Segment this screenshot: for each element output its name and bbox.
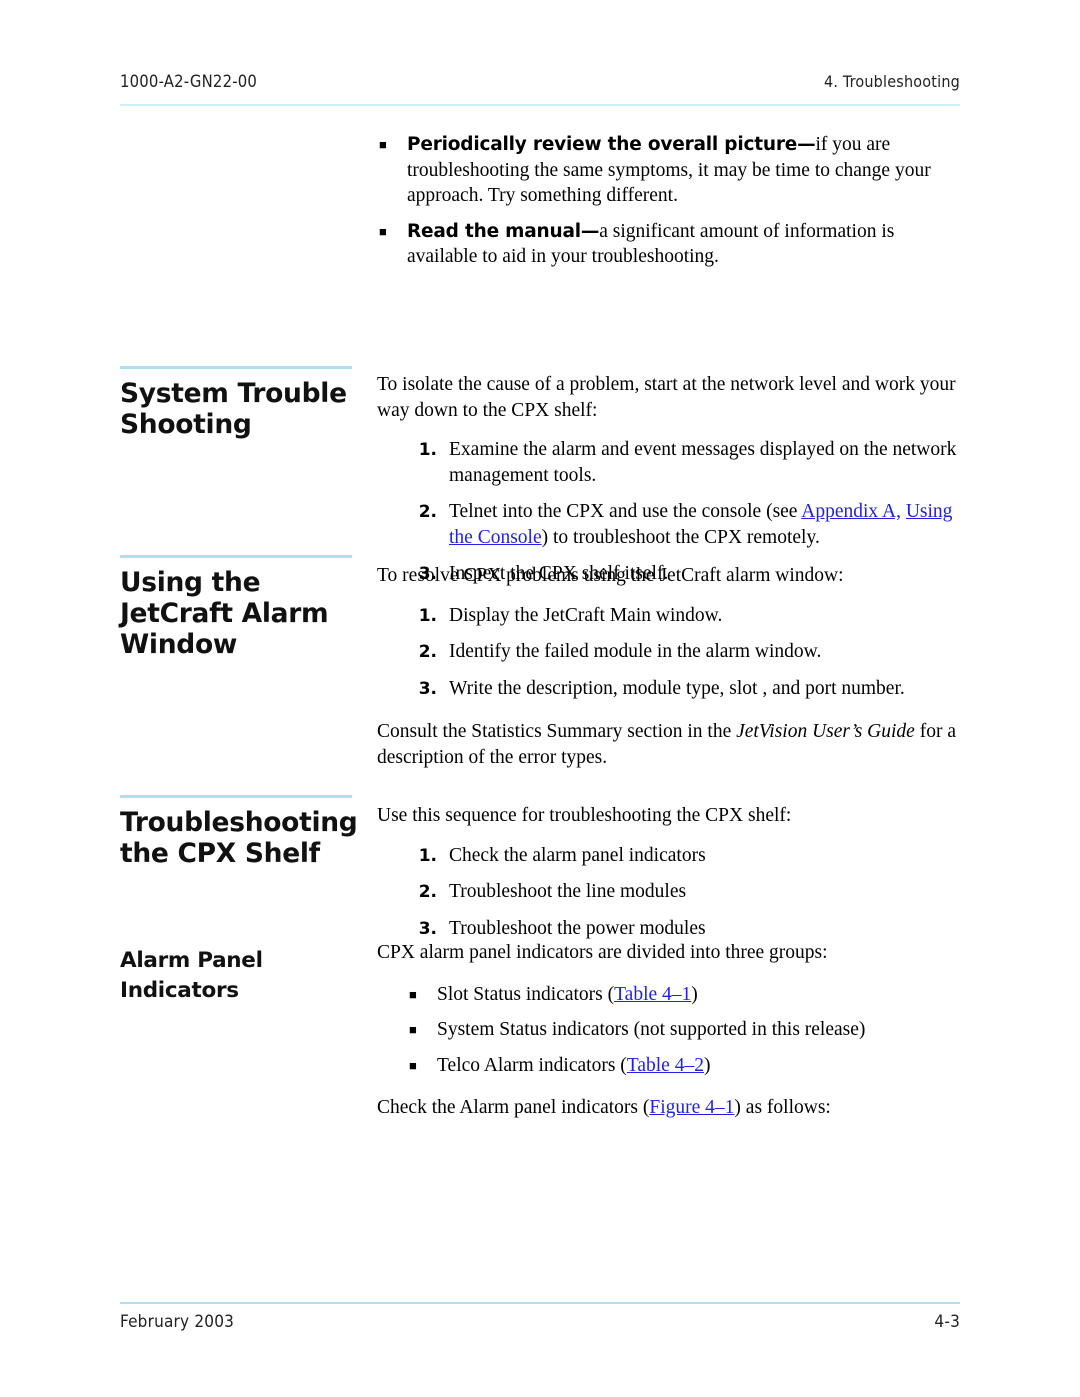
page-number: 4-3 xyxy=(934,1312,960,1332)
section-intro-paragraph: To isolate the cause of a problem, start… xyxy=(377,374,956,421)
section-system-trouble-shooting: System Trouble Shooting To isolate the c… xyxy=(0,302,1080,584)
section-closing-paragraph: Check the Alarm panel indicators (Figure… xyxy=(377,1095,962,1121)
list-item: 1. Check the alarm panel indicators xyxy=(377,843,962,869)
section-heading-using-jetcraft-alarm-window: Using the JetCraft Alarm Window xyxy=(120,555,356,660)
section-body-troubleshooting-cpx-shelf: Use this sequence for troubleshooting th… xyxy=(377,803,962,941)
step-text: Check the alarm panel indicators xyxy=(449,844,706,866)
section-intro-paragraph: To resolve CPX problems using the JetCra… xyxy=(377,565,844,586)
heading-rule xyxy=(120,795,352,798)
bullet-lead-in: Periodically review the overall picture xyxy=(407,134,798,155)
list-item: 2. Telnet into the CPX and use the conso… xyxy=(377,499,962,550)
square-bullet-icon: ■ xyxy=(379,223,387,239)
heading-line: Indicators xyxy=(120,978,239,1003)
bullet-text-post: ) xyxy=(691,983,698,1005)
section-troubleshooting-cpx-shelf: Troubleshooting the CPX Shelf Use this s… xyxy=(0,795,1080,940)
heading-line: the CPX Shelf xyxy=(120,837,320,869)
xref-table-4-1[interactable]: Table 4–1 xyxy=(614,984,691,1005)
bullet-text-post: ) xyxy=(703,1054,711,1076)
heading-line: Using the xyxy=(120,566,261,598)
footer-rule xyxy=(120,1302,960,1304)
running-foot: February 2003 4-3 xyxy=(120,1312,960,1332)
step-text-post: ) to troubleshoot the CPX remotely. xyxy=(541,526,820,548)
step-number: 2. xyxy=(418,502,437,522)
heading-line: Alarm Panel xyxy=(120,948,263,973)
square-bullet-icon: ■ xyxy=(409,1022,417,1037)
list-item: ■ Periodically review the overall pictur… xyxy=(377,132,962,209)
bullet-lead-in: Read the manual xyxy=(407,220,581,242)
square-bullet-icon: ■ xyxy=(409,986,417,1002)
list-item: 3. Write the description, module type, s… xyxy=(377,676,962,702)
numbered-step-list: 1. Display the JetCraft Main window. 2. … xyxy=(377,603,962,702)
step-number: 1. xyxy=(418,845,437,866)
step-number: 3. xyxy=(418,678,437,699)
indicator-group-list: ■ Slot Status indicators (Table 4–1) ■ S… xyxy=(377,982,962,1079)
square-bullet-icon: ■ xyxy=(379,137,387,152)
xref-appendix-a[interactable]: Appendix A, xyxy=(801,501,901,522)
heading-line: Window xyxy=(120,628,238,660)
step-text-pre: Telnet into the CPX and use the console … xyxy=(449,501,802,522)
heading-line: Shooting xyxy=(120,408,252,440)
list-item: ■ Telco Alarm indicators (Table 4–2) xyxy=(377,1053,962,1079)
heading-line: JetCraft Alarm xyxy=(120,597,329,629)
step-text: Identify the failed module in the alarm … xyxy=(449,641,822,662)
xref-table-4-2[interactable]: Table 4–2 xyxy=(627,1055,704,1076)
heading-rule xyxy=(120,366,352,369)
bullet-text-pre: System Status indicators (not supported … xyxy=(437,1019,866,1040)
running-head: 1000-A2-GN22-00 4. Troubleshooting xyxy=(120,72,960,91)
xref-figure-4-1[interactable]: Figure 4–1 xyxy=(649,1097,734,1118)
chapter-title: 4. Troubleshooting xyxy=(824,72,960,91)
list-item: ■ System Status indicators (not supporte… xyxy=(377,1017,962,1043)
bullet-text-pre: Telco Alarm indicators ( xyxy=(437,1054,627,1076)
bullet-text-pre: Slot Status indicators ( xyxy=(437,983,615,1005)
section-closing-paragraph: Consult the Statistics Summary section i… xyxy=(377,719,962,770)
section-body-using-jetcraft-alarm-window: To resolve CPX problems using the JetCra… xyxy=(377,563,962,784)
document-number: 1000-A2-GN22-00 xyxy=(120,72,258,91)
em-dash: — xyxy=(797,134,816,155)
closing-text-pre: Check the Alarm panel indicators ( xyxy=(377,1097,650,1118)
step-text: Display the JetCraft Main window. xyxy=(449,604,723,626)
step-text: Examine the alarm and event messages dis… xyxy=(449,439,957,486)
section-heading-alarm-panel-indicators: Alarm Panel Indicators xyxy=(120,946,356,1006)
list-item: 2. Troubleshoot the line modules xyxy=(377,879,962,905)
list-item: ■ Slot Status indicators (Table 4–1) xyxy=(377,982,962,1008)
step-text: Write the description, module type, slot… xyxy=(449,677,905,699)
numbered-step-list: 1. Check the alarm panel indicators 2. T… xyxy=(377,843,962,942)
step-number: 1. xyxy=(418,440,437,460)
step-number: 2. xyxy=(418,642,437,662)
step-text: Troubleshoot the power modules xyxy=(449,917,706,939)
section-body-alarm-panel-indicators: CPX alarm panel indicators are divided i… xyxy=(377,940,962,1121)
heading-line: Troubleshooting xyxy=(120,806,358,838)
closing-text-pre: Consult the Statistics Summary section i… xyxy=(377,721,737,742)
header-rule xyxy=(120,104,960,106)
step-text: Troubleshoot the line modules xyxy=(449,881,687,902)
heading-rule xyxy=(120,555,352,558)
closing-text-post: ) as follows: xyxy=(734,1097,831,1118)
em-dash: — xyxy=(580,220,600,242)
list-item: 1. Examine the alarm and event messages … xyxy=(377,437,962,488)
guide-title: JetVision User’s Guide xyxy=(736,721,915,742)
step-number: 3. xyxy=(418,918,437,939)
list-item: 3. Troubleshoot the power modules xyxy=(377,916,962,942)
intro-bullet-column: ■ Periodically review the overall pictur… xyxy=(377,132,962,270)
heading-line: System Trouble xyxy=(120,377,347,409)
list-item: 1. Display the JetCraft Main window. xyxy=(377,603,962,629)
section-intro-paragraph: Use this sequence for troubleshooting th… xyxy=(377,805,792,826)
section-heading-system-trouble-shooting: System Trouble Shooting xyxy=(120,366,356,440)
section-intro-paragraph: CPX alarm panel indicators are divided i… xyxy=(377,942,828,963)
document-page: 1000-A2-GN22-00 4. Troubleshooting ■ Per… xyxy=(0,0,1080,1397)
step-number: 1. xyxy=(418,605,437,626)
section-heading-troubleshooting-cpx-shelf: Troubleshooting the CPX Shelf xyxy=(120,795,358,869)
page-content: ■ Periodically review the overall pictur… xyxy=(0,132,1080,1130)
step-number: 2. xyxy=(418,882,437,902)
section-using-jetcraft-alarm-window: Using the JetCraft Alarm Window To resol… xyxy=(0,555,1080,795)
list-item: ■ Read the manual—a significant amount o… xyxy=(377,219,962,270)
square-bullet-icon: ■ xyxy=(409,1057,417,1073)
intro-bullet-block: ■ Periodically review the overall pictur… xyxy=(0,132,1080,302)
intro-bullet-list: ■ Periodically review the overall pictur… xyxy=(377,132,962,270)
publication-date: February 2003 xyxy=(120,1312,235,1332)
list-item: 2. Identify the failed module in the ala… xyxy=(377,639,962,665)
section-alarm-panel-indicators: Alarm Panel Indicators CPX alarm panel i… xyxy=(0,940,1080,1130)
